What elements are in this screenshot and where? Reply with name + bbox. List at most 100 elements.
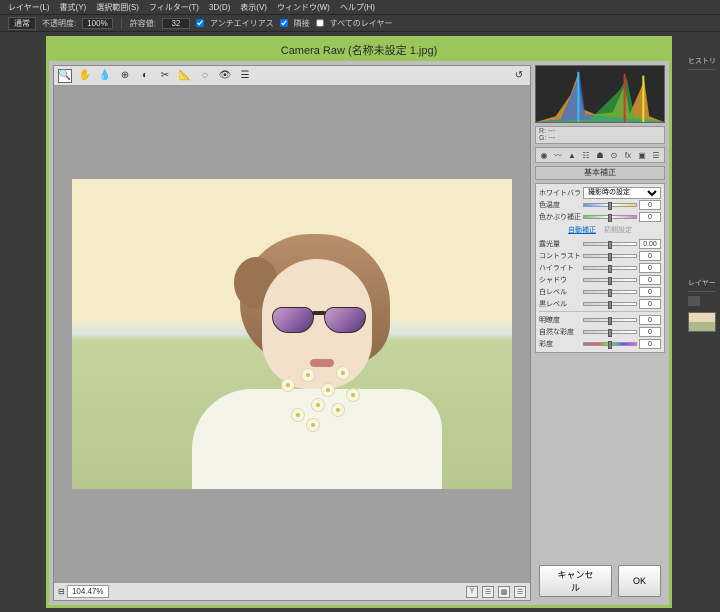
default-link[interactable]: 初期設定: [604, 225, 632, 235]
saturation-slider[interactable]: [583, 342, 637, 346]
blacks-slider[interactable]: [583, 302, 637, 306]
curve-tab-icon[interactable]: 〰: [552, 149, 564, 161]
ok-button[interactable]: OK: [618, 565, 661, 597]
blacks-label: 黒レベル: [539, 299, 581, 309]
cancel-button[interactable]: キャンセル: [539, 565, 612, 597]
menu-layer[interactable]: レイヤー(L): [8, 2, 50, 13]
basic-tab-icon[interactable]: ◉: [538, 149, 550, 161]
alllayers-label: すべてのレイヤー: [330, 18, 393, 29]
panel-header: 基本補正: [535, 166, 665, 180]
saturation-value[interactable]: 0: [639, 339, 661, 349]
options-bar: 通常 不透明度: 100% 許容値: 32 アンチエイリアス 隣接 すべてのレイ…: [0, 14, 720, 32]
straighten-tool-icon[interactable]: 📐: [178, 69, 192, 83]
hilite-clip-icon[interactable]: ▦: [498, 586, 510, 598]
menu-view[interactable]: 表示(V): [240, 2, 267, 13]
exposure-value[interactable]: 0.00: [639, 239, 661, 249]
zoom-value[interactable]: 104.47%: [67, 585, 109, 598]
crop-tool-icon[interactable]: ✂: [158, 69, 172, 83]
vibrance-label: 自然な彩度: [539, 327, 581, 337]
tolerance-value[interactable]: 32: [162, 18, 190, 29]
menu-filter[interactable]: フィルター(T): [149, 2, 199, 13]
tint-value[interactable]: 0: [639, 212, 661, 222]
opacity-value[interactable]: 100%: [82, 18, 112, 29]
highlights-slider[interactable]: [583, 266, 637, 270]
antialias-label: アンチエイリアス: [210, 18, 274, 29]
basic-panel: ホワイトバランス : 撮影時の設定 色温度0 色かぶり補正0 自動補正初期設定 …: [535, 183, 665, 353]
sampler-tool-icon[interactable]: ⊕: [118, 69, 132, 83]
temp-value[interactable]: 0: [639, 200, 661, 210]
fx-tab-icon[interactable]: fx: [622, 149, 634, 161]
blend-mode-select[interactable]: 通常: [8, 17, 36, 30]
rgb-readout: R: --- G: ---: [535, 126, 665, 144]
menu-format[interactable]: 書式(Y): [60, 2, 87, 13]
tint-slider[interactable]: [583, 215, 637, 219]
menu-icon[interactable]: ☰: [514, 586, 526, 598]
targeted-tool-icon[interactable]: ◐: [138, 69, 152, 83]
tint-label: 色かぶり補正: [539, 212, 581, 222]
contrast-slider[interactable]: [583, 254, 637, 258]
antialias-checkbox[interactable]: [196, 19, 204, 27]
histogram[interactable]: [535, 65, 665, 123]
rotate-ccw-icon[interactable]: ↺: [512, 69, 526, 83]
exposure-label: 露光量: [539, 239, 581, 249]
auto-link[interactable]: 自動補正: [568, 225, 596, 235]
photo-preview: [72, 179, 512, 489]
dialog-buttons: キャンセル OK: [535, 561, 665, 601]
settings-panel: R: --- G: --- ◉ 〰 ▲ ☷ ☗ ⊙ fx ▣ ☰ 基本補正 ホワ…: [535, 65, 665, 601]
temp-slider[interactable]: [583, 203, 637, 207]
filmstrip-icon[interactable]: ☰: [482, 586, 494, 598]
preset-tab-icon[interactable]: ☰: [650, 149, 662, 161]
redeye-tool-icon[interactable]: 👁: [218, 69, 232, 83]
app-menubar: レイヤー(L) 書式(Y) 選択範囲(S) フィルター(T) 3D(D) 表示(…: [0, 0, 720, 14]
opacity-label: 不透明度:: [42, 18, 76, 29]
shadows-label: シャドウ: [539, 275, 581, 285]
lens-tab-icon[interactable]: ⊙: [608, 149, 620, 161]
dialog-titlebar[interactable]: Camera Raw (名称未設定 1.jpg): [49, 39, 669, 61]
shadows-value[interactable]: 0: [639, 275, 661, 285]
detail-tab-icon[interactable]: ▲: [566, 149, 578, 161]
split-tab-icon[interactable]: ☗: [594, 149, 606, 161]
wb-select[interactable]: 撮影時の設定: [583, 187, 661, 199]
alllayers-checkbox[interactable]: [316, 19, 324, 27]
highlights-label: ハイライト: [539, 263, 581, 273]
app-right-dock: ヒストリ レイヤー: [684, 52, 720, 592]
visibility-icon[interactable]: [688, 296, 700, 306]
layer-row[interactable]: [688, 296, 716, 306]
hand-tool-icon[interactable]: ✋: [78, 69, 92, 83]
menu-help[interactable]: ヘルプ(H): [340, 2, 375, 13]
layer-thumbnail[interactable]: [688, 312, 716, 332]
temp-label: 色温度: [539, 200, 581, 210]
menu-select[interactable]: 選択範囲(S): [96, 2, 139, 13]
wb-tool-icon[interactable]: 💧: [98, 69, 112, 83]
contrast-value[interactable]: 0: [639, 251, 661, 261]
highlights-value[interactable]: 0: [639, 263, 661, 273]
blacks-value[interactable]: 0: [639, 299, 661, 309]
menu-3d[interactable]: 3D(D): [209, 3, 230, 12]
prefs-tool-icon[interactable]: ☰: [238, 69, 252, 83]
zoom-tool-icon[interactable]: 🔍: [58, 69, 72, 83]
whites-value[interactable]: 0: [639, 287, 661, 297]
zoom-prefix-icon: ⊟: [58, 587, 65, 596]
history-panel-header[interactable]: ヒストリ: [688, 56, 716, 70]
exposure-slider[interactable]: [583, 242, 637, 246]
whites-slider[interactable]: [583, 290, 637, 294]
cal-tab-icon[interactable]: ▣: [636, 149, 648, 161]
contiguous-checkbox[interactable]: [280, 19, 288, 27]
whites-label: 白レベル: [539, 287, 581, 297]
clarity-slider[interactable]: [583, 318, 637, 322]
menu-window[interactable]: ウィンドウ(W): [277, 2, 330, 13]
dialog-title: Camera Raw (名称未設定 1.jpg): [281, 42, 437, 58]
preview-statusbar: ⊟ 104.47% Y ☰ ▦ ☰: [54, 582, 530, 600]
vibrance-value[interactable]: 0: [639, 327, 661, 337]
layers-panel-header[interactable]: レイヤー: [688, 278, 716, 292]
spot-tool-icon[interactable]: ◌: [198, 69, 212, 83]
shadows-slider[interactable]: [583, 278, 637, 282]
clarity-value[interactable]: 0: [639, 315, 661, 325]
vibrance-slider[interactable]: [583, 330, 637, 334]
contiguous-label: 隣接: [294, 18, 310, 29]
shadow-clip-icon[interactable]: Y: [466, 586, 478, 598]
hsl-tab-icon[interactable]: ☷: [580, 149, 592, 161]
preview-canvas[interactable]: [54, 86, 530, 582]
cr-toolbar: 🔍 ✋ 💧 ⊕ ◐ ✂ 📐 ◌ 👁 ☰ ↺: [54, 66, 530, 86]
r-value: R: ---: [539, 128, 661, 135]
